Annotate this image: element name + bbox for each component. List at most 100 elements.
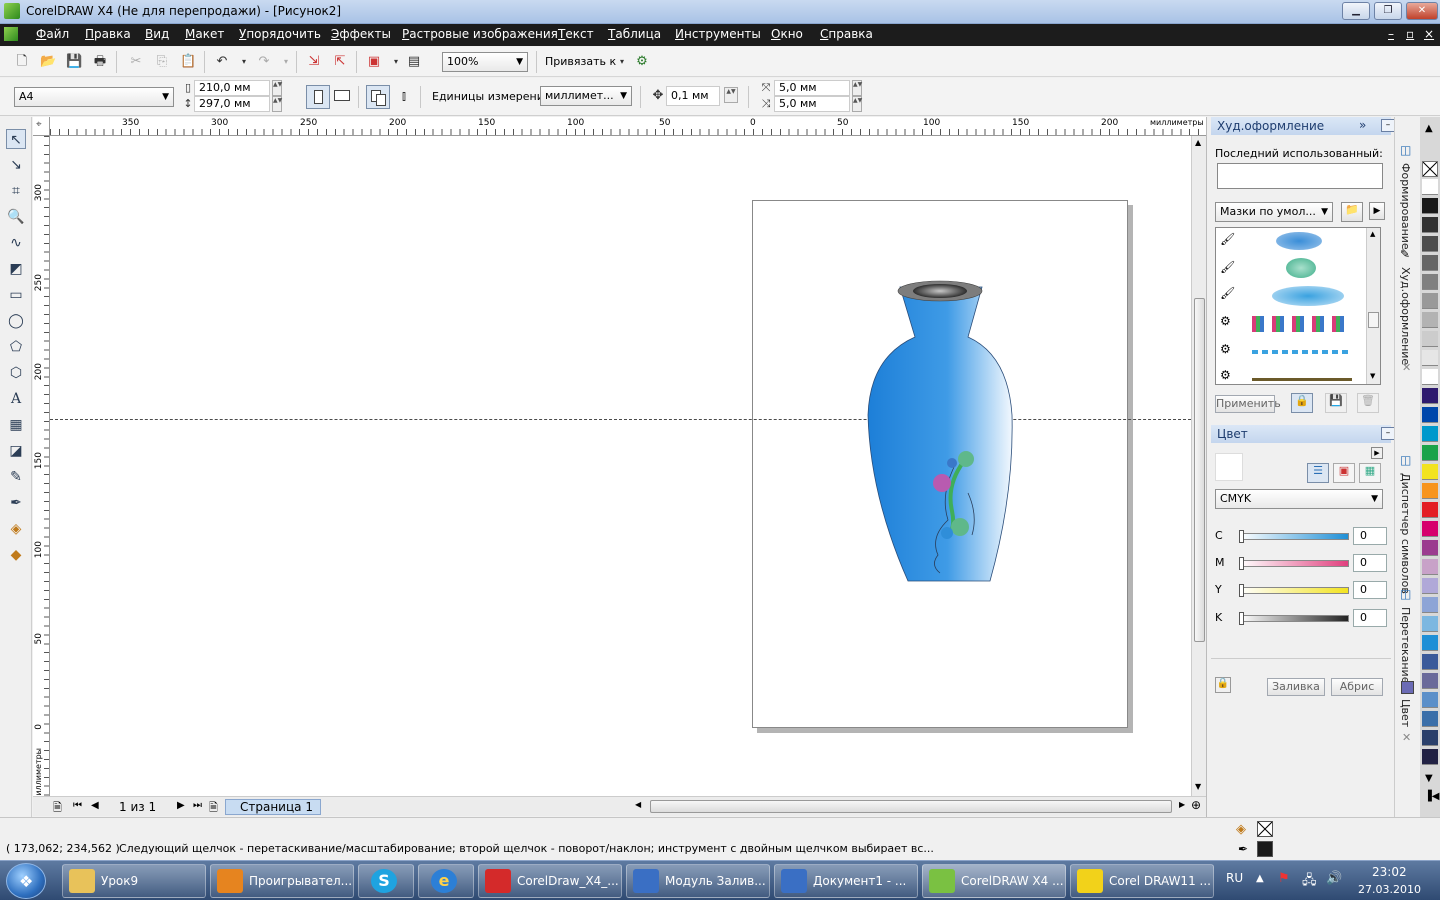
- taskbar-item-coreldraw11[interactable]: Corel DRAW11 ...: [1070, 864, 1214, 898]
- crop-tool-icon[interactable]: ⌗: [6, 181, 26, 201]
- units-select[interactable]: миллимет... ▼: [540, 86, 632, 106]
- palette-swatch[interactable]: [1422, 274, 1438, 290]
- close-tab-icon[interactable]: ✕: [1402, 361, 1411, 374]
- cyan-slider[interactable]: [1239, 530, 1349, 543]
- open-icon[interactable]: 📂: [40, 54, 56, 70]
- palette-swatch[interactable]: [1422, 692, 1438, 708]
- no-color-swatch[interactable]: [1422, 161, 1438, 177]
- copy-icon[interactable]: ⎘: [154, 54, 170, 70]
- expand-icon[interactable]: »: [1359, 118, 1366, 132]
- basic-shapes-tool-icon[interactable]: ⬡: [6, 363, 26, 383]
- undo-icon[interactable]: ↶: [214, 54, 230, 70]
- language-indicator[interactable]: RU: [1226, 871, 1243, 885]
- application-launcher-icon[interactable]: ▣: [366, 54, 382, 70]
- apply-button[interactable]: Применить: [1215, 395, 1281, 413]
- save-stroke-icon[interactable]: 💾: [1325, 393, 1347, 413]
- tab-shaping[interactable]: Формирование: [1399, 163, 1412, 250]
- redo-dropdown-icon[interactable]: ▾: [278, 54, 294, 70]
- table-tool-icon[interactable]: ▦: [6, 415, 26, 435]
- width-spinner[interactable]: ▲▼: [272, 80, 282, 96]
- palette-swatch[interactable]: [1422, 217, 1438, 233]
- clock-time[interactable]: 23:02: [1372, 865, 1407, 879]
- palette-swatch[interactable]: [1422, 236, 1438, 252]
- shaping-icon[interactable]: ◫: [1400, 143, 1411, 157]
- palette-swatch[interactable]: [1422, 198, 1438, 214]
- slider-thumb[interactable]: [1239, 584, 1244, 597]
- duplicate-distance-x-input[interactable]: 5,0 мм: [774, 80, 850, 96]
- outline-button[interactable]: Абрис: [1331, 678, 1383, 696]
- menu-edit[interactable]: Правка: [85, 27, 131, 41]
- stroke-list[interactable]: 🖌 🖌 🖌 ⚙ ⚙ ⚙ ▲ ▼: [1215, 227, 1381, 385]
- stroke-preview[interactable]: [1276, 232, 1322, 250]
- text-tool-icon[interactable]: A: [6, 389, 26, 409]
- color-viewer-icon[interactable]: ▣: [1333, 463, 1355, 483]
- recent-stroke-preview[interactable]: [1217, 163, 1383, 189]
- shape-tool-icon[interactable]: ↘: [6, 155, 26, 175]
- black-slider[interactable]: [1239, 612, 1349, 625]
- tray-warning-icon[interactable]: ⚑: [1278, 871, 1290, 886]
- ruler-origin[interactable]: ⌖: [33, 117, 50, 136]
- current-page-icon[interactable]: ⫾: [396, 89, 412, 105]
- palette-swatch[interactable]: [1422, 616, 1438, 632]
- fill-indicator-icon[interactable]: ◈: [1236, 822, 1246, 837]
- taskbar-item-pdf[interactable]: CorelDraw_X4_...: [478, 864, 622, 898]
- stroke-list-thumb[interactable]: [1368, 312, 1379, 328]
- color-sliders-icon[interactable]: ☰: [1307, 463, 1329, 483]
- stroke-preview[interactable]: [1252, 316, 1352, 332]
- show-hidden-icons-icon[interactable]: ▲: [1256, 873, 1264, 884]
- dup-x-spinner[interactable]: ▲▼: [852, 80, 862, 96]
- zoom-levels-select[interactable]: 100% ▼: [442, 52, 528, 72]
- menu-window[interactable]: Окно: [771, 27, 803, 41]
- color-tab-icon[interactable]: [1401, 681, 1414, 694]
- horizontal-scroll-thumb[interactable]: [650, 800, 1172, 813]
- page-height-input[interactable]: 297,0 мм: [194, 96, 270, 112]
- palette-swatch[interactable]: [1422, 654, 1438, 670]
- stroke-preview[interactable]: [1252, 350, 1352, 354]
- palette-swatch[interactable]: [1422, 350, 1438, 366]
- nudge-distance-input[interactable]: 0,1 мм: [666, 86, 720, 106]
- palette-swatch[interactable]: [1422, 255, 1438, 271]
- menu-text[interactable]: Текст: [558, 27, 594, 41]
- cut-icon[interactable]: ✂: [128, 54, 144, 70]
- palette-swatch[interactable]: [1422, 711, 1438, 727]
- tab-blend[interactable]: Перетекание: [1399, 607, 1412, 683]
- taskbar-item-word-doc[interactable]: Документ1 - ...: [774, 864, 918, 898]
- lock-icon[interactable]: 🔒: [1291, 393, 1313, 413]
- menu-table[interactable]: Таблица: [608, 27, 661, 41]
- maximize-button[interactable]: ❐: [1374, 2, 1402, 20]
- tab-symbol-manager[interactable]: Диспетчер символов: [1399, 473, 1412, 594]
- rectangle-tool-icon[interactable]: ▭: [6, 285, 26, 305]
- docker-minimize-button[interactable]: –: [1381, 119, 1395, 132]
- artistic-media-icon[interactable]: ✎: [1400, 247, 1410, 261]
- taskbar-item-player[interactable]: Проигрывател...: [210, 864, 354, 898]
- close-tab-icon[interactable]: ✕: [1402, 731, 1411, 744]
- palette-swatch[interactable]: [1422, 597, 1438, 613]
- clock-date[interactable]: 27.03.2010: [1358, 883, 1421, 896]
- dup-y-spinner[interactable]: ▲▼: [852, 96, 862, 112]
- palette-swatch[interactable]: [1422, 293, 1438, 309]
- first-page-icon[interactable]: ⏮: [73, 800, 82, 811]
- polygon-tool-icon[interactable]: ⬠: [6, 337, 26, 357]
- add-page-before-icon[interactable]: 🗎: [53, 799, 62, 818]
- pick-tool-icon[interactable]: ↖: [6, 129, 26, 149]
- menu-file[interactable]: Файл: [36, 27, 69, 41]
- close-button[interactable]: ✕: [1406, 2, 1438, 20]
- minimize-button[interactable]: ▁: [1342, 2, 1370, 20]
- flyout-menu-icon[interactable]: ▶: [1369, 202, 1385, 220]
- zoom-tool-icon[interactable]: 🔍: [6, 207, 26, 227]
- scroll-up-icon[interactable]: ▲: [1195, 138, 1201, 147]
- add-page-after-icon[interactable]: 🗎: [209, 799, 218, 818]
- menu-view[interactable]: Вид: [145, 27, 169, 41]
- new-document-icon[interactable]: 🗋: [14, 54, 30, 70]
- last-page-icon[interactable]: ⏭: [193, 800, 202, 811]
- palette-swatch[interactable]: [1422, 312, 1438, 328]
- palette-swatch[interactable]: [1422, 179, 1438, 195]
- scroll-left-icon[interactable]: ◀: [635, 800, 641, 809]
- color-model-select[interactable]: CMYK ▼: [1215, 489, 1383, 509]
- browse-folder-icon[interactable]: 📁: [1341, 202, 1363, 222]
- vertical-ruler[interactable]: 300 250 200 150 100 50 0 миллиметры: [33, 136, 50, 796]
- palette-swatch[interactable]: [1422, 331, 1438, 347]
- stroke-preview[interactable]: [1286, 258, 1316, 278]
- snap-dropdown-icon[interactable]: ▾: [614, 54, 630, 70]
- menu-tools[interactable]: Инструменты: [675, 27, 761, 41]
